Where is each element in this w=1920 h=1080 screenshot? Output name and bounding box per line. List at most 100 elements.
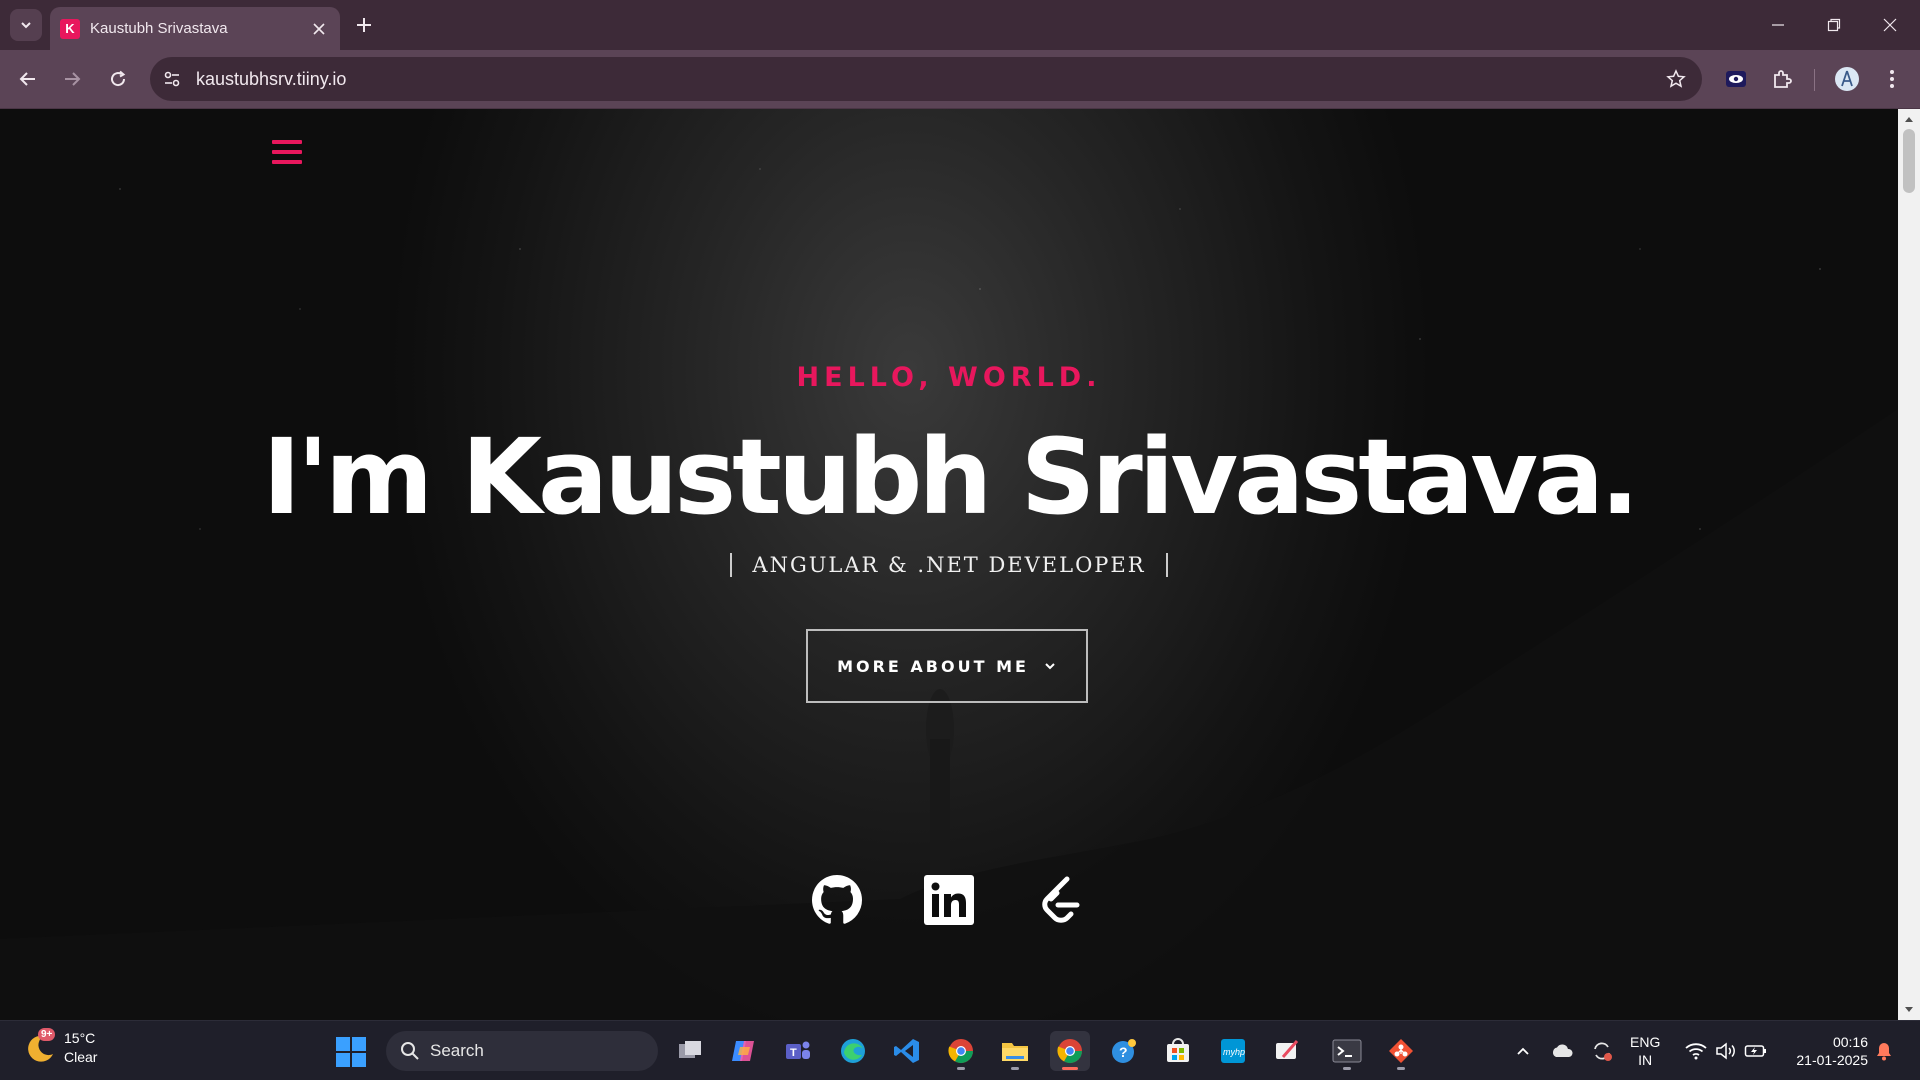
snipping-tool-icon[interactable]	[1267, 1031, 1307, 1071]
search-label: Search	[430, 1041, 484, 1060]
wifi-icon[interactable]	[1680, 1031, 1712, 1071]
leetcode-icon[interactable]	[1035, 874, 1087, 926]
minimize-icon	[1772, 24, 1784, 26]
bell-icon	[1877, 1043, 1891, 1061]
extension-eye-button[interactable]	[1718, 61, 1754, 97]
terminal-icon[interactable]	[1327, 1031, 1367, 1071]
eye-icon	[1726, 71, 1746, 87]
more-vertical-icon	[1890, 70, 1894, 88]
hero-section: HELLO, WORLD. I'm Kaustubh Srivastava. A…	[0, 109, 1898, 1020]
site-info-button[interactable]	[154, 61, 190, 97]
page-scrollbar[interactable]	[1898, 109, 1920, 1020]
start-button[interactable]	[336, 1037, 366, 1067]
weather-badge: 9+	[38, 1028, 56, 1041]
tab-title: Kaustubh Srivastava	[90, 20, 228, 37]
chevron-up-icon	[1517, 1047, 1529, 1055]
tab-favicon: K	[60, 18, 80, 39]
close-icon	[1883, 18, 1897, 32]
tune-icon	[164, 71, 180, 87]
forward-button[interactable]	[54, 61, 90, 97]
sync-icon[interactable]	[1586, 1031, 1618, 1071]
myhp-icon[interactable]: myhp	[1213, 1031, 1253, 1071]
toolbar-divider	[1814, 69, 1815, 91]
windows-taskbar: 9+ 15°C Clear Search T ? myhp ENG IN 00:…	[0, 1020, 1920, 1080]
tab-close-button[interactable]	[308, 18, 330, 40]
url-text[interactable]: kaustubhsrv.tiiny.io	[196, 69, 1658, 90]
role-line: ANGULAR & .NET DEVELOPER	[0, 553, 1898, 577]
browser-toolbar: kaustubhsrv.tiiny.io	[0, 50, 1920, 109]
volume-icon[interactable]	[1710, 1031, 1742, 1071]
teams-icon[interactable]: T	[778, 1031, 818, 1071]
role-text: ANGULAR & .NET DEVELOPER	[752, 553, 1146, 577]
browser-tab[interactable]: K Kaustubh Srivastava	[50, 7, 340, 50]
plus-icon	[357, 18, 371, 32]
linkedin-icon[interactable]	[923, 874, 975, 926]
input-language-indicator[interactable]: ENG IN	[1630, 1033, 1660, 1069]
temperature: 15°C	[64, 1030, 96, 1046]
extensions-button[interactable]	[1764, 61, 1800, 97]
arrow-right-icon	[65, 72, 81, 86]
bookmark-button[interactable]	[1658, 61, 1694, 97]
file-explorer-icon[interactable]	[995, 1031, 1035, 1071]
windows-logo-pane	[336, 1037, 350, 1051]
microsoft-store-icon[interactable]	[1158, 1031, 1198, 1071]
svg-text:?: ?	[1119, 1044, 1128, 1060]
avatar-icon	[1835, 67, 1859, 91]
taskbar-search[interactable]: Search	[386, 1031, 658, 1071]
scroll-thumb[interactable]	[1903, 129, 1915, 193]
restore-icon	[1827, 18, 1841, 32]
profile-avatar-button[interactable]	[1829, 61, 1865, 97]
more-about-me-button[interactable]: MORE ABOUT ME	[806, 629, 1088, 703]
svg-text:T: T	[790, 1047, 797, 1059]
onedrive-icon[interactable]	[1546, 1031, 1578, 1071]
tab-search-button[interactable]	[10, 9, 42, 41]
reload-button[interactable]	[100, 61, 136, 97]
github-icon[interactable]	[811, 874, 863, 926]
git-kraken-icon[interactable]	[1381, 1031, 1421, 1071]
back-button[interactable]	[10, 61, 46, 97]
vscode-icon[interactable]	[887, 1031, 927, 1071]
new-tab-button[interactable]	[350, 11, 378, 39]
language-code: ENG	[1630, 1034, 1661, 1050]
clock-time: 00:16	[1832, 1034, 1868, 1050]
role-bar-right	[1165, 553, 1168, 577]
close-icon	[313, 22, 325, 35]
battery-icon[interactable]	[1740, 1031, 1772, 1071]
role-bar-left	[730, 553, 733, 577]
windows-logo-pane	[336, 1053, 350, 1067]
chrome-profile-icon[interactable]	[941, 1031, 981, 1071]
page-title: I'm Kaustubh Srivastava.	[262, 416, 1639, 538]
restore-button[interactable]	[1806, 0, 1862, 50]
region-code: IN	[1638, 1052, 1653, 1068]
chevron-down-icon	[21, 22, 31, 29]
scroll-up-arrow[interactable]	[1903, 113, 1915, 125]
menu-toggle-button[interactable]	[270, 137, 304, 167]
help-icon[interactable]: ?	[1104, 1031, 1144, 1071]
active-indicator	[1062, 1067, 1078, 1070]
copilot-icon[interactable]	[724, 1031, 764, 1071]
address-bar[interactable]: kaustubhsrv.tiiny.io	[150, 57, 1702, 101]
menu-bar	[272, 140, 302, 144]
running-indicator	[1397, 1067, 1405, 1070]
menu-bar	[272, 160, 302, 164]
menu-bar	[272, 150, 302, 154]
clock-date: 21-01-2025	[1796, 1052, 1868, 1068]
weather-widget[interactable]: 9+ 15°C Clear	[24, 1028, 97, 1067]
browser-titlebar: K Kaustubh Srivastava	[0, 0, 1920, 50]
running-indicator	[1011, 1067, 1019, 1070]
windows-logo-pane	[352, 1037, 366, 1051]
window-close-button[interactable]	[1862, 0, 1918, 50]
search-icon	[401, 1042, 419, 1060]
more-about-me-label: MORE ABOUT ME	[837, 656, 1029, 676]
browser-menu-button[interactable]	[1874, 61, 1910, 97]
scroll-down-arrow[interactable]	[1903, 1004, 1915, 1016]
task-view-icon[interactable]	[670, 1031, 710, 1071]
notifications-button[interactable]	[1868, 1031, 1900, 1071]
show-hidden-icons-button[interactable]	[1507, 1031, 1539, 1071]
greeting-text: HELLO, WORLD.	[796, 362, 1102, 393]
running-indicator	[1343, 1067, 1351, 1070]
system-clock[interactable]: 00:16 21-01-2025	[1786, 1033, 1868, 1069]
chrome-active-icon[interactable]	[1050, 1031, 1090, 1071]
edge-icon[interactable]	[833, 1031, 873, 1071]
minimize-button[interactable]	[1750, 0, 1806, 50]
